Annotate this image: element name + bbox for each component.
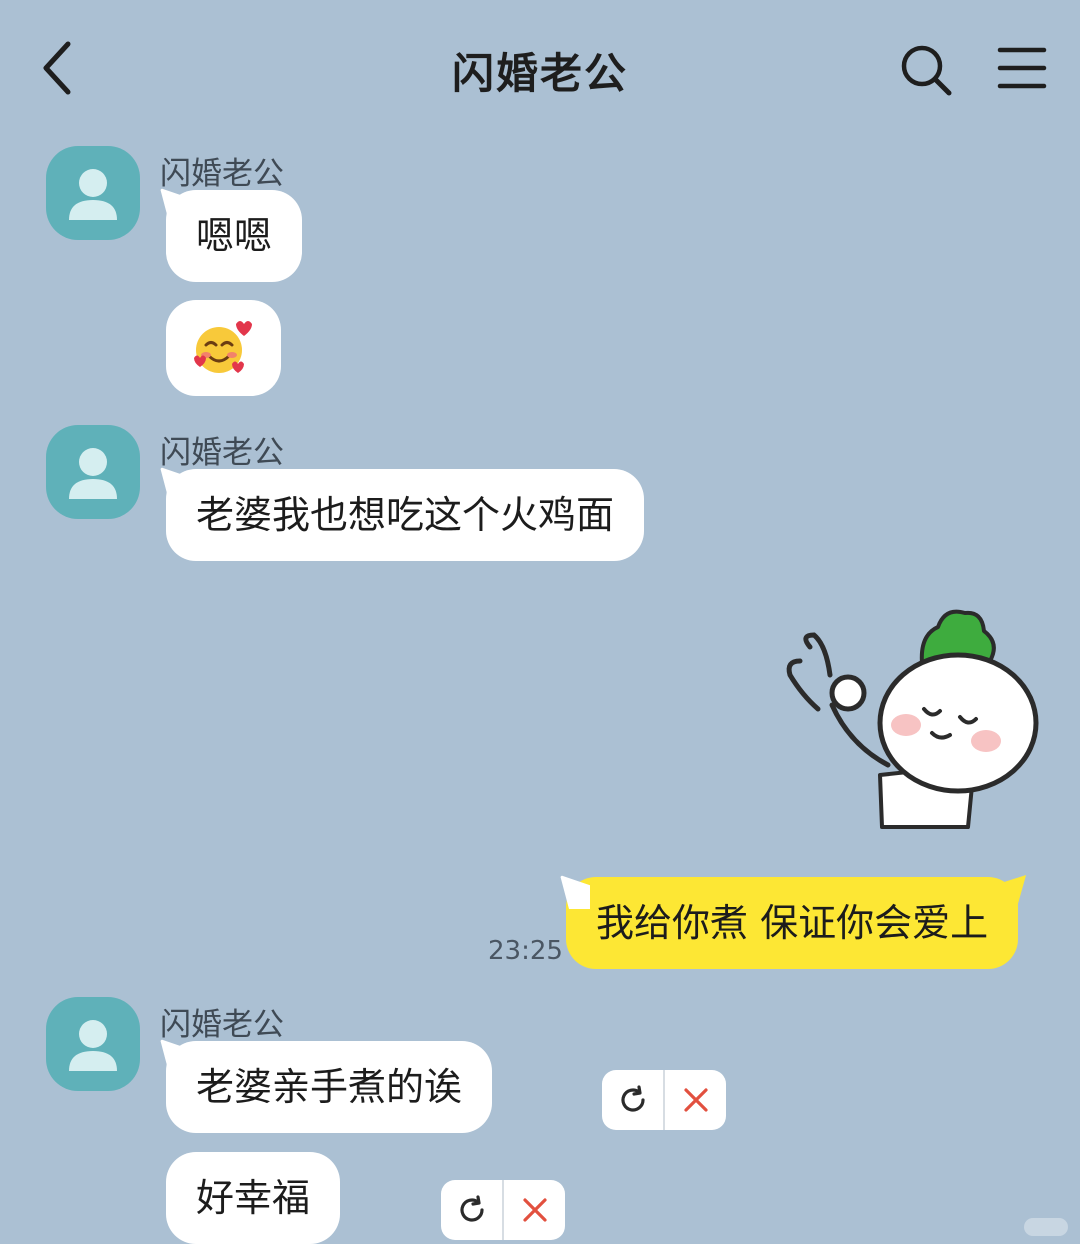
user-silhouette-icon <box>69 169 117 220</box>
refresh-icon <box>620 1085 645 1112</box>
failed-message-actions <box>441 1180 565 1240</box>
sender-name: 闪婚老公 <box>160 435 284 471</box>
close-icon <box>522 1198 547 1222</box>
avatar[interactable] <box>46 425 140 519</box>
radish-ok-sticker-icon <box>786 609 1039 829</box>
my-message-bubble[interactable]: 我给你煮 保证你会爱上 <box>566 877 1019 969</box>
close-icon <box>683 1088 708 1112</box>
message-bubble[interactable]: 好幸福 <box>166 1152 341 1244</box>
avatar[interactable] <box>46 997 140 1091</box>
sender-name: 闪婚老公 <box>160 1007 284 1043</box>
user-silhouette-icon <box>69 1020 117 1071</box>
radish-ok-sticker[interactable] <box>770 595 1050 845</box>
resend-button[interactable] <box>441 1180 502 1240</box>
menu-button[interactable] <box>996 44 1048 92</box>
message-time: 23:25 <box>488 936 563 966</box>
watermark <box>1024 1218 1068 1236</box>
delete-button[interactable] <box>663 1070 726 1130</box>
message-bubble[interactable]: 嗯嗯 <box>166 190 303 282</box>
emoji-message-bubble[interactable]: 🥰 <box>166 300 281 396</box>
delete-button[interactable] <box>502 1180 565 1240</box>
smiling-face-with-hearts-icon <box>194 321 252 373</box>
resend-button[interactable] <box>602 1070 663 1130</box>
failed-message-actions <box>602 1070 726 1130</box>
avatar[interactable] <box>46 146 140 240</box>
message-bubble[interactable]: 老婆亲手煮的诶 <box>166 1041 493 1133</box>
hamburger-menu-icon <box>997 47 1047 89</box>
sender-name: 闪婚老公 <box>160 156 284 192</box>
search-icon <box>901 45 952 96</box>
search-button[interactable] <box>898 42 954 98</box>
message-bubble[interactable]: 老婆我也想吃这个火鸡面 <box>166 469 645 561</box>
user-silhouette-icon <box>69 448 117 499</box>
chat-header: 闪婚老公 <box>0 0 1080 135</box>
refresh-icon <box>459 1195 484 1222</box>
